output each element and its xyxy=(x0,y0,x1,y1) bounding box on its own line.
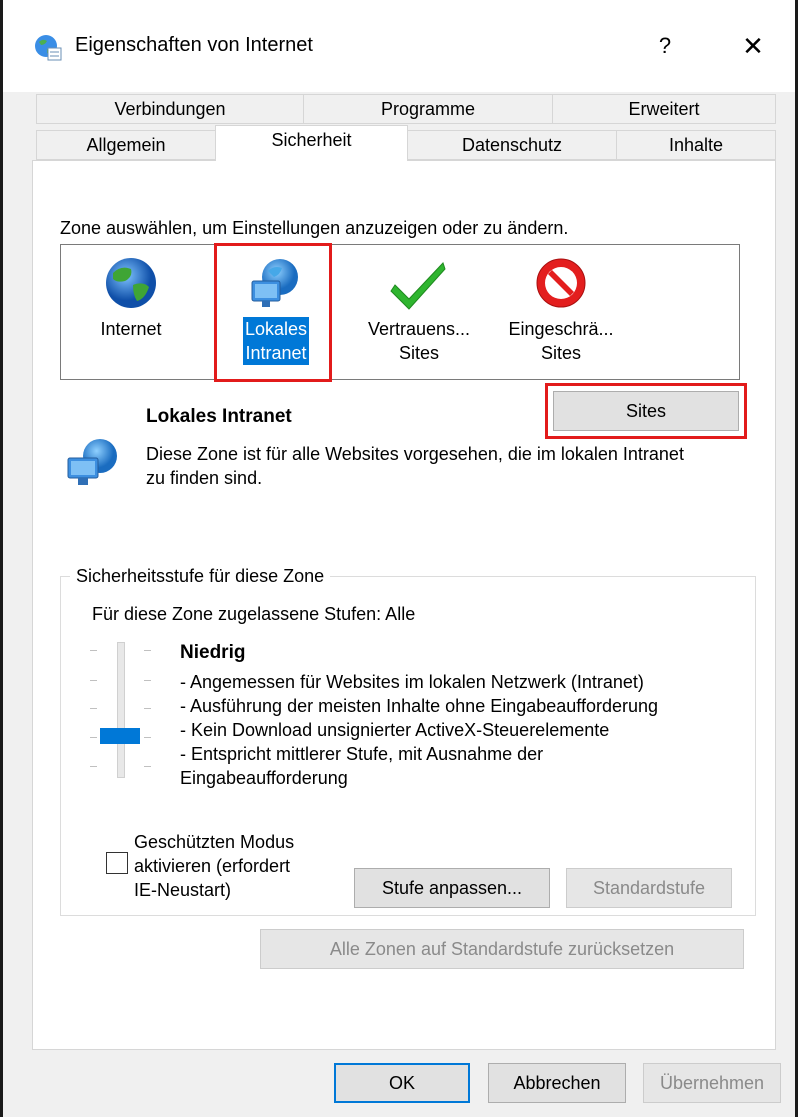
slider-track xyxy=(117,642,125,778)
zone-info-intranet-icon xyxy=(67,439,117,485)
security-level-slider[interactable] xyxy=(88,642,158,782)
custom-level-button[interactable]: Stufe anpassen... xyxy=(354,868,550,908)
zone-prompt: Zone auswählen, um Einstellungen anzuzei… xyxy=(60,218,569,238)
security-level-group-title: Sicherheitsstufe für diese Zone xyxy=(70,566,331,587)
highlight-box-sites xyxy=(545,383,747,439)
reset-all-zones-button[interactable]: Alle Zonen auf Standardstufe zurücksetze… xyxy=(260,929,744,969)
level-name: Niedrig xyxy=(180,642,246,663)
restricted-icon xyxy=(536,258,586,308)
protected-mode-label-line: Geschützten Modus xyxy=(134,832,295,852)
highlight-box-intranet xyxy=(214,243,332,382)
protected-mode-checkbox[interactable] xyxy=(106,852,128,874)
zone-list: Internet Lokales Intranet Vertrauens... … xyxy=(60,244,740,380)
zone-restricted-label-2: Sites xyxy=(540,343,582,363)
zone-trusted-sites[interactable]: Vertrauens... Sites xyxy=(349,255,489,365)
level-description: - Angemessen für Websites im lokalen Net… xyxy=(180,670,750,790)
apply-button[interactable]: Übernehmen xyxy=(643,1063,781,1103)
zone-restricted-label-1: Eingeschrä... xyxy=(508,319,614,339)
zone-restricted-sites[interactable]: Eingeschrä... Sites xyxy=(491,255,631,365)
slider-thumb[interactable] xyxy=(100,728,140,744)
zone-trusted-label-1: Vertrauens... xyxy=(367,319,471,339)
allowed-levels-text: Für diese Zone zugelassene Stufen: Alle xyxy=(92,604,416,624)
zone-internet-label: Internet xyxy=(100,319,162,339)
level-line: - Entspricht mittlerer Stufe, mit Ausnah… xyxy=(180,744,544,764)
ok-button[interactable]: OK xyxy=(334,1063,470,1103)
protected-mode-label-line: aktivieren (erfordert xyxy=(134,856,291,876)
checkmark-icon xyxy=(390,262,446,310)
protected-mode-label[interactable]: Geschützten Modus aktivieren (erfordert … xyxy=(134,830,294,902)
zone-trusted-label-2: Sites xyxy=(398,343,440,363)
zone-name: Lokales Intranet xyxy=(146,406,292,427)
cancel-button[interactable]: Abbrechen xyxy=(488,1063,626,1103)
level-line: - Ausführung der meisten Inhalte ohne Ei… xyxy=(180,696,659,716)
zone-internet[interactable]: Internet xyxy=(71,255,191,341)
level-line: - Kein Download unsignierter ActiveX-Ste… xyxy=(180,720,610,740)
protected-mode-label-line: IE-Neustart) xyxy=(134,880,232,900)
level-line: - Angemessen für Websites im lokalen Net… xyxy=(180,672,644,692)
globe-icon xyxy=(106,258,156,308)
level-line: Eingabeaufforderung xyxy=(180,768,348,788)
default-level-button[interactable]: Standardstufe xyxy=(566,868,732,908)
zone-description: Diese Zone ist für alle Websites vorgese… xyxy=(146,444,684,488)
